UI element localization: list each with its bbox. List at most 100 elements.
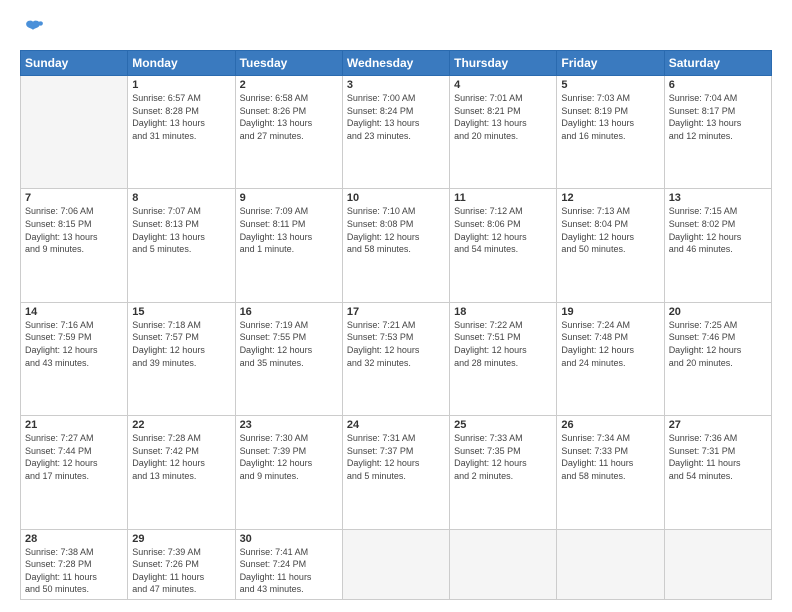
- calendar-cell: 17Sunrise: 7:21 AM Sunset: 7:53 PM Dayli…: [342, 302, 449, 415]
- day-info: Sunrise: 7:00 AM Sunset: 8:24 PM Dayligh…: [347, 92, 445, 142]
- day-info: Sunrise: 7:13 AM Sunset: 8:04 PM Dayligh…: [561, 205, 659, 255]
- day-number: 11: [454, 192, 552, 204]
- day-info: Sunrise: 7:39 AM Sunset: 7:26 PM Dayligh…: [132, 546, 230, 596]
- day-info: Sunrise: 7:31 AM Sunset: 7:37 PM Dayligh…: [347, 432, 445, 482]
- day-number: 19: [561, 306, 659, 318]
- day-number: 15: [132, 306, 230, 318]
- day-header-wednesday: Wednesday: [342, 51, 449, 76]
- day-info: Sunrise: 7:22 AM Sunset: 7:51 PM Dayligh…: [454, 319, 552, 369]
- calendar-cell: 23Sunrise: 7:30 AM Sunset: 7:39 PM Dayli…: [235, 416, 342, 529]
- day-info: Sunrise: 7:33 AM Sunset: 7:35 PM Dayligh…: [454, 432, 552, 482]
- day-info: Sunrise: 7:28 AM Sunset: 7:42 PM Dayligh…: [132, 432, 230, 482]
- day-number: 20: [669, 306, 767, 318]
- calendar-cell: 3Sunrise: 7:00 AM Sunset: 8:24 PM Daylig…: [342, 76, 449, 189]
- day-number: 12: [561, 192, 659, 204]
- day-number: 26: [561, 419, 659, 431]
- day-info: Sunrise: 7:16 AM Sunset: 7:59 PM Dayligh…: [25, 319, 123, 369]
- day-info: Sunrise: 7:34 AM Sunset: 7:33 PM Dayligh…: [561, 432, 659, 482]
- week-row-4: 21Sunrise: 7:27 AM Sunset: 7:44 PM Dayli…: [21, 416, 772, 529]
- calendar-cell: 24Sunrise: 7:31 AM Sunset: 7:37 PM Dayli…: [342, 416, 449, 529]
- page: SundayMondayTuesdayWednesdayThursdayFrid…: [0, 0, 792, 612]
- calendar-cell: 14Sunrise: 7:16 AM Sunset: 7:59 PM Dayli…: [21, 302, 128, 415]
- calendar-cell: 9Sunrise: 7:09 AM Sunset: 8:11 PM Daylig…: [235, 189, 342, 302]
- day-number: 24: [347, 419, 445, 431]
- day-info: Sunrise: 7:38 AM Sunset: 7:28 PM Dayligh…: [25, 546, 123, 596]
- calendar-cell: 7Sunrise: 7:06 AM Sunset: 8:15 PM Daylig…: [21, 189, 128, 302]
- logo-bird-icon: [22, 18, 44, 40]
- day-number: 28: [25, 533, 123, 545]
- day-number: 2: [240, 79, 338, 91]
- header: [20, 18, 772, 40]
- week-row-3: 14Sunrise: 7:16 AM Sunset: 7:59 PM Dayli…: [21, 302, 772, 415]
- day-info: Sunrise: 7:07 AM Sunset: 8:13 PM Dayligh…: [132, 205, 230, 255]
- day-number: 27: [669, 419, 767, 431]
- day-info: Sunrise: 7:21 AM Sunset: 7:53 PM Dayligh…: [347, 319, 445, 369]
- calendar-cell: 19Sunrise: 7:24 AM Sunset: 7:48 PM Dayli…: [557, 302, 664, 415]
- calendar-cell: [342, 529, 449, 599]
- day-info: Sunrise: 7:18 AM Sunset: 7:57 PM Dayligh…: [132, 319, 230, 369]
- day-header-tuesday: Tuesday: [235, 51, 342, 76]
- calendar-cell: 29Sunrise: 7:39 AM Sunset: 7:26 PM Dayli…: [128, 529, 235, 599]
- calendar-cell: 2Sunrise: 6:58 AM Sunset: 8:26 PM Daylig…: [235, 76, 342, 189]
- day-number: 30: [240, 533, 338, 545]
- week-row-2: 7Sunrise: 7:06 AM Sunset: 8:15 PM Daylig…: [21, 189, 772, 302]
- day-number: 3: [347, 79, 445, 91]
- day-info: Sunrise: 7:25 AM Sunset: 7:46 PM Dayligh…: [669, 319, 767, 369]
- day-number: 8: [132, 192, 230, 204]
- week-row-5: 28Sunrise: 7:38 AM Sunset: 7:28 PM Dayli…: [21, 529, 772, 599]
- calendar-cell: 13Sunrise: 7:15 AM Sunset: 8:02 PM Dayli…: [664, 189, 771, 302]
- day-number: 5: [561, 79, 659, 91]
- day-header-friday: Friday: [557, 51, 664, 76]
- calendar-cell: 25Sunrise: 7:33 AM Sunset: 7:35 PM Dayli…: [450, 416, 557, 529]
- day-info: Sunrise: 7:03 AM Sunset: 8:19 PM Dayligh…: [561, 92, 659, 142]
- day-number: 21: [25, 419, 123, 431]
- day-info: Sunrise: 7:24 AM Sunset: 7:48 PM Dayligh…: [561, 319, 659, 369]
- calendar-cell: 20Sunrise: 7:25 AM Sunset: 7:46 PM Dayli…: [664, 302, 771, 415]
- day-number: 14: [25, 306, 123, 318]
- day-number: 7: [25, 192, 123, 204]
- calendar-cell: 1Sunrise: 6:57 AM Sunset: 8:28 PM Daylig…: [128, 76, 235, 189]
- calendar-cell: 30Sunrise: 7:41 AM Sunset: 7:24 PM Dayli…: [235, 529, 342, 599]
- calendar-cell: 10Sunrise: 7:10 AM Sunset: 8:08 PM Dayli…: [342, 189, 449, 302]
- calendar-cell: 12Sunrise: 7:13 AM Sunset: 8:04 PM Dayli…: [557, 189, 664, 302]
- calendar-cell: 22Sunrise: 7:28 AM Sunset: 7:42 PM Dayli…: [128, 416, 235, 529]
- day-info: Sunrise: 7:19 AM Sunset: 7:55 PM Dayligh…: [240, 319, 338, 369]
- day-info: Sunrise: 7:27 AM Sunset: 7:44 PM Dayligh…: [25, 432, 123, 482]
- day-info: Sunrise: 7:41 AM Sunset: 7:24 PM Dayligh…: [240, 546, 338, 596]
- day-number: 17: [347, 306, 445, 318]
- calendar-cell: 6Sunrise: 7:04 AM Sunset: 8:17 PM Daylig…: [664, 76, 771, 189]
- day-header-saturday: Saturday: [664, 51, 771, 76]
- day-number: 4: [454, 79, 552, 91]
- calendar-header-row: SundayMondayTuesdayWednesdayThursdayFrid…: [21, 51, 772, 76]
- day-number: 9: [240, 192, 338, 204]
- day-info: Sunrise: 7:30 AM Sunset: 7:39 PM Dayligh…: [240, 432, 338, 482]
- calendar-cell: [557, 529, 664, 599]
- day-header-monday: Monday: [128, 51, 235, 76]
- calendar-cell: 11Sunrise: 7:12 AM Sunset: 8:06 PM Dayli…: [450, 189, 557, 302]
- calendar-cell: 27Sunrise: 7:36 AM Sunset: 7:31 PM Dayli…: [664, 416, 771, 529]
- calendar-cell: [664, 529, 771, 599]
- calendar-cell: 16Sunrise: 7:19 AM Sunset: 7:55 PM Dayli…: [235, 302, 342, 415]
- calendar-cell: 4Sunrise: 7:01 AM Sunset: 8:21 PM Daylig…: [450, 76, 557, 189]
- day-number: 18: [454, 306, 552, 318]
- day-info: Sunrise: 7:01 AM Sunset: 8:21 PM Dayligh…: [454, 92, 552, 142]
- day-number: 25: [454, 419, 552, 431]
- calendar-cell: [450, 529, 557, 599]
- day-info: Sunrise: 7:10 AM Sunset: 8:08 PM Dayligh…: [347, 205, 445, 255]
- calendar-table: SundayMondayTuesdayWednesdayThursdayFrid…: [20, 50, 772, 600]
- day-info: Sunrise: 6:58 AM Sunset: 8:26 PM Dayligh…: [240, 92, 338, 142]
- calendar-cell: 21Sunrise: 7:27 AM Sunset: 7:44 PM Dayli…: [21, 416, 128, 529]
- day-info: Sunrise: 7:36 AM Sunset: 7:31 PM Dayligh…: [669, 432, 767, 482]
- day-number: 16: [240, 306, 338, 318]
- day-number: 1: [132, 79, 230, 91]
- calendar-cell: [21, 76, 128, 189]
- day-info: Sunrise: 7:04 AM Sunset: 8:17 PM Dayligh…: [669, 92, 767, 142]
- day-header-thursday: Thursday: [450, 51, 557, 76]
- calendar-cell: 5Sunrise: 7:03 AM Sunset: 8:19 PM Daylig…: [557, 76, 664, 189]
- calendar-cell: 15Sunrise: 7:18 AM Sunset: 7:57 PM Dayli…: [128, 302, 235, 415]
- day-info: Sunrise: 7:06 AM Sunset: 8:15 PM Dayligh…: [25, 205, 123, 255]
- day-number: 22: [132, 419, 230, 431]
- logo: [20, 18, 44, 40]
- day-number: 6: [669, 79, 767, 91]
- calendar-cell: 8Sunrise: 7:07 AM Sunset: 8:13 PM Daylig…: [128, 189, 235, 302]
